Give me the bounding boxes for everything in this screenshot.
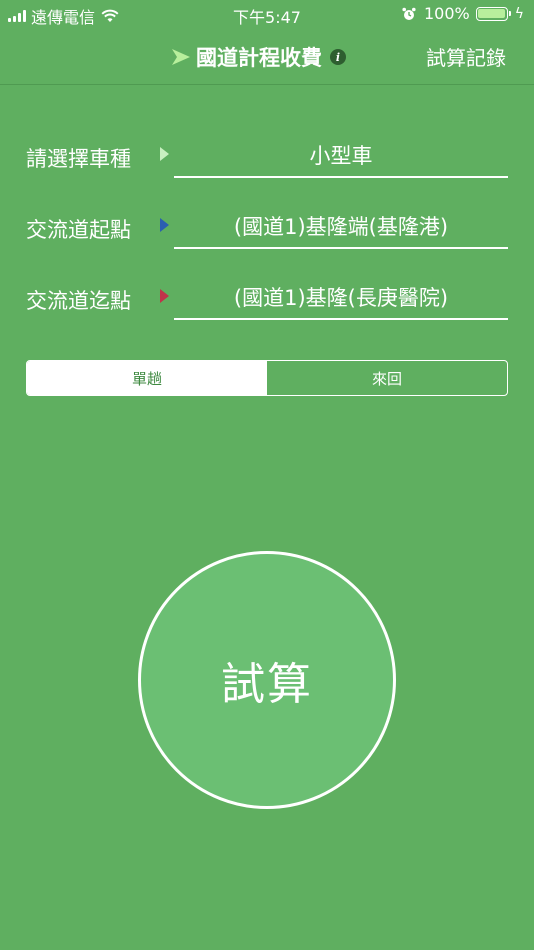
alarm-icon: [402, 7, 416, 20]
history-button[interactable]: 試算記錄: [426, 42, 506, 71]
end-label: 交流道迄點: [26, 289, 131, 313]
nav-bar: 國道計程收費 i 試算記錄: [0, 28, 534, 85]
battery-icon: [475, 6, 508, 21]
start-label: 交流道起點: [26, 218, 131, 242]
status-right: 100% ϟ: [402, 4, 524, 23]
charging-icon: ϟ: [514, 5, 524, 22]
start-row[interactable]: 交流道起點 (國道1)基隆端(基隆港): [26, 201, 508, 253]
vehicle-select[interactable]: 小型車: [174, 140, 508, 178]
start-select[interactable]: (國道1)基隆端(基隆港): [174, 211, 508, 249]
vehicle-row[interactable]: 請選擇車種 小型車: [26, 130, 508, 182]
end-select[interactable]: (國道1)基隆(長庚醫院): [174, 282, 508, 320]
vehicle-label: 請選擇車種: [26, 147, 131, 171]
nav-title: 國道計程收費 i: [172, 42, 346, 72]
info-icon[interactable]: i: [330, 49, 346, 65]
status-bar: 遠傳電信 下午5:47 100% ϟ: [0, 0, 534, 28]
calculate-button[interactable]: 試算: [138, 551, 396, 809]
battery-percent: 100%: [424, 4, 470, 23]
arrow-right-icon: [160, 218, 169, 232]
battery-tip: [508, 11, 511, 16]
battery-fill: [478, 9, 506, 18]
flag-icon: [172, 49, 190, 65]
trip-type-segmented: 單趟 來回: [26, 360, 508, 396]
end-row[interactable]: 交流道迄點 (國道1)基隆(長庚醫院): [26, 272, 508, 324]
page-title: 國道計程收費: [196, 45, 322, 70]
round-trip-segment[interactable]: 來回: [267, 361, 507, 395]
arrow-right-icon: [160, 147, 169, 161]
arrow-right-icon: [160, 289, 169, 303]
one-way-segment[interactable]: 單趟: [27, 361, 267, 395]
